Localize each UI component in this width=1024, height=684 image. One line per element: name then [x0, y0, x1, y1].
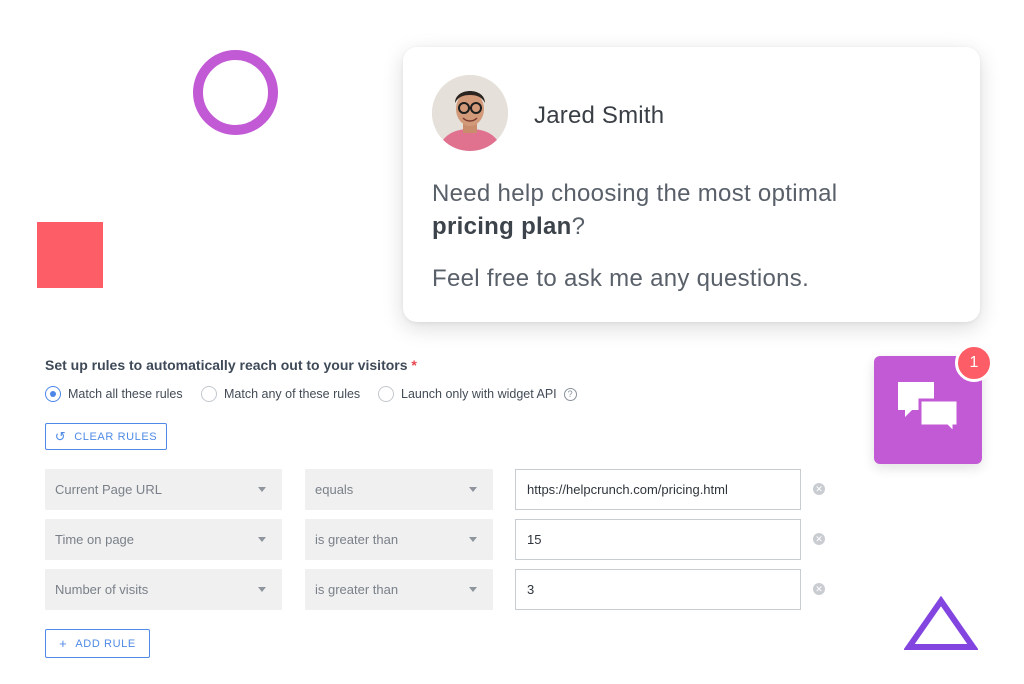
rule-operator-select[interactable]: equals: [305, 469, 493, 510]
chevron-down-icon: [258, 537, 266, 542]
required-star: *: [411, 357, 417, 373]
decorative-triangle: [904, 596, 978, 650]
message-line-2: pricing plan?: [432, 213, 585, 241]
rule-value-input[interactable]: 3: [515, 569, 801, 610]
chevron-down-icon: [469, 487, 477, 492]
chevron-down-icon: [258, 587, 266, 592]
radio-widget-api-label: Launch only with widget API: [401, 387, 557, 401]
undo-icon: ↺: [54, 429, 67, 444]
unread-count-badge: 1: [955, 344, 993, 382]
decorative-ring: [193, 50, 278, 135]
rules-heading: Set up rules to automatically reach out …: [45, 357, 417, 373]
add-rule-label: ADD RULE: [75, 637, 136, 650]
chat-bubbles-icon: [898, 382, 960, 437]
radio-circle-checked[interactable]: [45, 386, 61, 402]
add-rule-button[interactable]: + ADD RULE: [45, 629, 150, 658]
agent-name: Jared Smith: [534, 102, 665, 129]
radio-match-all-label: Match all these rules: [68, 387, 183, 401]
radio-widget-api[interactable]: Launch only with widget API ?: [378, 385, 577, 403]
rule-value-input[interactable]: https://helpcrunch.com/pricing.html: [515, 469, 801, 510]
plus-icon: +: [59, 636, 68, 651]
rule-operator-select[interactable]: is greater than: [305, 569, 493, 610]
radio-circle[interactable]: [378, 386, 394, 402]
rule-value-text: https://helpcrunch.com/pricing.html: [527, 482, 728, 497]
chat-popup-card[interactable]: Jared Smith Need help choosing the most …: [403, 47, 980, 322]
rules-heading-text: Set up rules to automatically reach out …: [45, 357, 408, 373]
chevron-down-icon: [469, 537, 477, 542]
radio-match-any-label: Match any of these rules: [224, 387, 361, 401]
rule-value-text: 15: [527, 532, 542, 547]
decorative-square: [37, 222, 103, 288]
radio-match-all[interactable]: Match all these rules: [45, 385, 183, 403]
chevron-down-icon: [469, 587, 477, 592]
rule-field-select[interactable]: Number of visits: [45, 569, 282, 610]
message-line-1: Need help choosing the most optimal: [432, 180, 838, 207]
rule-field-select[interactable]: Current Page URL: [45, 469, 282, 510]
message-after-bold: ?: [571, 213, 586, 240]
rule-operator-select[interactable]: is greater than: [305, 519, 493, 560]
clear-rules-button[interactable]: ↺ CLEAR RULES: [45, 423, 167, 450]
rule-field-value: Number of visits: [55, 582, 149, 597]
rule-value-text: 3: [527, 582, 535, 597]
rule-value-input[interactable]: 15: [515, 519, 801, 560]
remove-rule-icon[interactable]: ✕: [813, 483, 825, 495]
rule-field-value: Current Page URL: [55, 482, 162, 497]
agent-avatar: [432, 75, 508, 151]
radio-circle[interactable]: [201, 386, 217, 402]
remove-rule-icon[interactable]: ✕: [813, 533, 825, 545]
chevron-down-icon: [258, 487, 266, 492]
clear-rules-label: CLEAR RULES: [74, 430, 158, 443]
message-bold-text: pricing plan: [432, 213, 572, 240]
rule-field-select[interactable]: Time on page: [45, 519, 282, 560]
rule-operator-value: is greater than: [315, 582, 399, 597]
radio-match-any[interactable]: Match any of these rules: [201, 385, 360, 403]
help-icon[interactable]: ?: [563, 387, 577, 401]
rule-operator-value: equals: [315, 482, 354, 497]
rule-operator-value: is greater than: [315, 532, 399, 547]
message-line-3: Feel free to ask me any questions.: [432, 265, 810, 292]
rule-field-value: Time on page: [55, 532, 135, 547]
remove-rule-icon[interactable]: ✕: [813, 583, 825, 595]
